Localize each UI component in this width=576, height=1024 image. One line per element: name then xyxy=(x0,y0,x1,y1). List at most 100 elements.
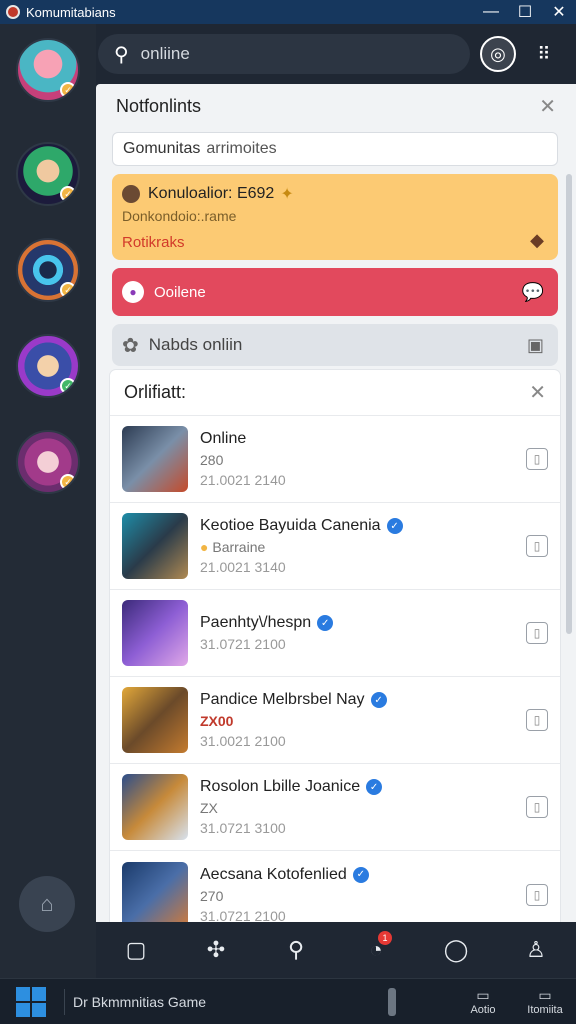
item-date: 21.0021 3140 xyxy=(200,559,286,575)
avatar-server-4[interactable]: ✓ xyxy=(16,334,80,398)
taskbar-handle[interactable] xyxy=(388,987,396,1016)
verified-icon: ✓ xyxy=(317,615,334,631)
nav-explore-icon[interactable]: ✣ xyxy=(196,937,236,963)
close-window-button[interactable]: ✕ xyxy=(542,0,576,24)
panel-title: Notfonlints xyxy=(116,95,202,116)
card-title: Konuloalior: E692 xyxy=(148,185,275,202)
game-thumbnail xyxy=(122,861,188,922)
panel-header: Notfonlints ✕ xyxy=(96,84,576,128)
verified-icon: ✓ xyxy=(366,779,383,795)
list-item[interactable]: Online 280 21.0021 2140 ▯ xyxy=(110,416,560,503)
sidebar: ✓ ✓ ✓ ✓ ✓ ⌂ xyxy=(0,24,96,978)
list-header: Orlifiatt: ✕ xyxy=(110,370,560,416)
filter-accent: arrimoites xyxy=(206,140,277,157)
list-item[interactable]: Keotioe Bayuida Canenia ✓ ● Barraine 21.0… xyxy=(110,503,560,590)
avatar-server-3[interactable]: ✓ xyxy=(16,238,80,302)
title-bar: Komumitabians — ☐ ✕ xyxy=(0,0,576,24)
item-sub: 270 xyxy=(200,887,224,904)
avatar xyxy=(122,185,140,203)
gift-icon[interactable]: ◆ xyxy=(530,230,544,251)
online-list-panel: Orlifiatt: ✕ Online 280 21.0021 2140 ▯ K… xyxy=(110,370,560,922)
profile-icon[interactable]: ◎ xyxy=(480,36,516,72)
clipboard-icon[interactable]: ▯ xyxy=(526,709,548,731)
list-item[interactable]: Paenhty\/hespn ✓ 31.0721 2100 ▯ xyxy=(110,590,560,677)
taskbar-item-label: Itomiita xyxy=(527,1004,563,1016)
nav-chat-icon[interactable]: ◯ xyxy=(436,937,476,963)
game-thumbnail xyxy=(122,513,188,579)
window-icon: ▭ xyxy=(538,987,552,1003)
game-thumbnail xyxy=(122,687,188,753)
verified-icon: ✓ xyxy=(386,518,403,534)
badge-icon: ✓ xyxy=(60,186,76,202)
avatar-server-5[interactable]: ✓ xyxy=(16,430,80,494)
taskbar-item-label: Aotio xyxy=(470,1004,496,1016)
card-label: Ooilene xyxy=(154,283,206,301)
item-sub: ZX00 xyxy=(200,713,234,729)
badge-icon: ✓ xyxy=(60,82,76,98)
more-menu-icon[interactable]: ⠿ xyxy=(526,36,562,72)
online-card[interactable]: ● Ooilene 💬 xyxy=(112,268,558,316)
clipboard-icon[interactable]: ▯ xyxy=(526,796,548,818)
clipboard-icon[interactable]: ▯ xyxy=(526,535,548,557)
clipboard-icon[interactable]: ▯ xyxy=(526,448,548,470)
panel-scrollbar[interactable] xyxy=(566,174,572,634)
divider xyxy=(64,988,65,1015)
taskbar-item-1[interactable]: ▭ Aotio xyxy=(452,987,514,1016)
nav-pages-icon[interactable]: ▢ xyxy=(116,937,156,963)
item-date: 31.0721 3100 xyxy=(200,820,286,836)
badge-icon: ✓ xyxy=(60,282,76,298)
list-item[interactable]: Pandice Melbrsbel Nay ✓ ZX00 31.0021 2100… xyxy=(110,677,560,764)
card-label: Nabds onliin xyxy=(148,335,243,354)
close-icon[interactable]: ✕ xyxy=(539,94,556,119)
nav-activity-icon[interactable]: ◔ 1 xyxy=(356,931,396,963)
window-title: Komumitabians xyxy=(26,4,116,20)
community-filter[interactable]: Gomunitas arrimoites xyxy=(112,132,558,166)
item-date: 31.0021 2100 xyxy=(200,733,286,749)
camera-icon[interactable]: ▣ xyxy=(527,335,544,356)
taskbar: Dr Bkmmnitias Game ▭ Aotio ▭ Itomiita xyxy=(0,978,576,1024)
avatar-server-2[interactable]: ✓ xyxy=(16,142,80,206)
minimize-button[interactable]: — xyxy=(474,0,508,24)
highlight-card[interactable]: Konuloalior: E692 ✦ Donkondoio:.rame Rot… xyxy=(112,174,558,260)
nav-profile-icon[interactable]: ♙ xyxy=(516,937,556,963)
game-thumbnail xyxy=(122,774,188,840)
verified-icon: ✓ xyxy=(370,692,387,708)
item-sub: 280 xyxy=(200,452,224,468)
card-label: Rotikraks xyxy=(122,234,185,251)
star-icon: ✦ xyxy=(280,186,294,203)
list-item[interactable]: Rosolon Lbille Joanice ✓ ZX 31.0721 3100 … xyxy=(110,764,560,851)
item-date: 31.0721 2100 xyxy=(200,907,286,923)
notification-badge: 1 xyxy=(378,931,392,945)
game-thumbnail xyxy=(122,600,188,666)
verified-icon: ✓ xyxy=(352,866,369,883)
taskbar-item-2[interactable]: ▭ Itomiita xyxy=(514,987,576,1016)
maximize-button[interactable]: ☐ xyxy=(508,0,542,24)
list-item[interactable]: Aecsana Kotofenlied ✓ 270 31.0721 2100 ▯ xyxy=(110,851,560,922)
item-name: Aecsana Kotofenlied xyxy=(200,865,347,883)
search-input[interactable] xyxy=(140,44,421,64)
avatar-server-1[interactable]: ✓ xyxy=(16,38,80,102)
taskbar-title[interactable]: Dr Bkmmnitias Game xyxy=(73,994,388,1010)
close-icon[interactable]: ✕ xyxy=(529,380,546,405)
nav-search-icon[interactable]: ⚲ xyxy=(276,937,316,963)
clipboard-icon[interactable]: ▯ xyxy=(526,883,548,906)
filter-text: Gomunitas xyxy=(123,140,201,157)
clipboard-icon[interactable]: ▯ xyxy=(526,622,548,644)
windows-start-icon[interactable] xyxy=(16,986,46,1017)
search-bar[interactable]: ⚲ xyxy=(98,34,470,74)
bottom-nav: ▢ ✣ ⚲ ◔ 1 ◯ ♙ xyxy=(96,922,576,978)
item-sub: Barraine xyxy=(212,539,266,555)
item-name: Rosolon Lbille Joanice xyxy=(200,778,361,795)
item-name: Pandice Melbrsbel Nay xyxy=(200,691,365,708)
search-icon: ⚲ xyxy=(114,43,129,66)
item-sub: ZX xyxy=(200,800,218,816)
item-name: Keotioe Bayuida Canenia xyxy=(200,517,381,534)
list-title: Orlifiatt: xyxy=(124,382,187,402)
item-name: Online xyxy=(200,430,247,447)
no-online-card[interactable]: ✿ Nabds onliin ▣ xyxy=(112,324,558,366)
chat-icon[interactable]: 💬 xyxy=(522,282,544,303)
item-date: 21.0021 2140 xyxy=(200,472,286,488)
home-fab-button[interactable]: ⌂ xyxy=(19,876,75,932)
home-icon: ⌂ xyxy=(40,891,54,916)
item-name: Paenhty\/hespn xyxy=(200,614,312,631)
